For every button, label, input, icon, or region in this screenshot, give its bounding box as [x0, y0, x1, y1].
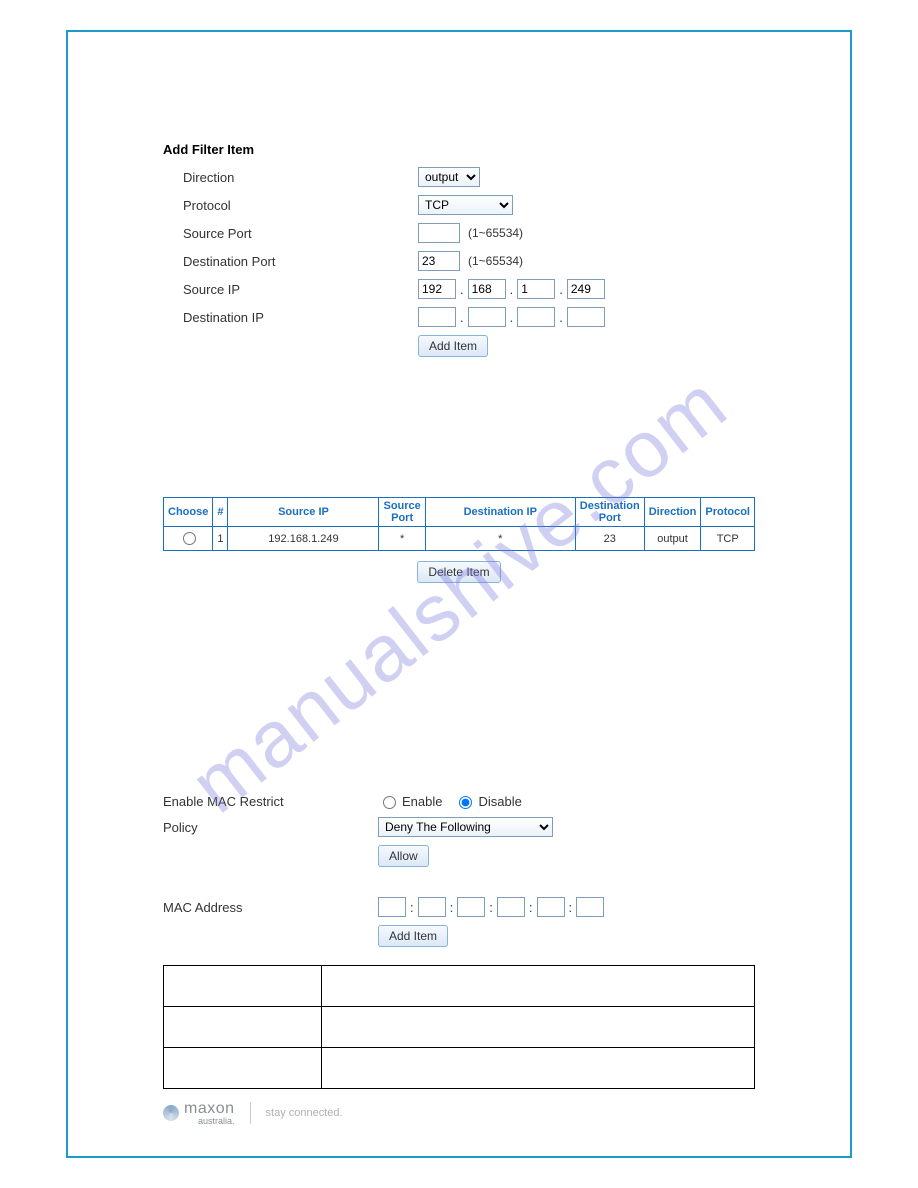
mac-1[interactable] — [378, 897, 406, 917]
policy-select[interactable]: Deny The Following — [378, 817, 553, 837]
source-ip-2[interactable] — [468, 279, 506, 299]
th-protocol: Protocol — [701, 498, 755, 527]
filter-table: Choose # Source IP Source Port Destinati… — [163, 497, 755, 551]
disable-radio-wrap[interactable]: Disable — [454, 793, 521, 809]
label-source-port: Source Port — [183, 226, 418, 241]
mac-add-item-button[interactable]: Add Item — [378, 925, 448, 947]
footer-tagline: stay connected. — [266, 1107, 343, 1119]
protocol-select[interactable]: TCP — [418, 195, 513, 215]
th-src-ip: Source IP — [228, 498, 379, 527]
empty-table — [163, 965, 755, 1089]
logo-swirl-icon — [163, 1105, 179, 1121]
th-direction: Direction — [644, 498, 701, 527]
source-port-input[interactable] — [418, 223, 460, 243]
brand-logo: maxon australia. — [163, 1100, 235, 1126]
dest-port-input[interactable] — [418, 251, 460, 271]
dest-ip-2[interactable] — [468, 307, 506, 327]
mac-3[interactable] — [457, 897, 485, 917]
brand-sub: australia. — [184, 1116, 235, 1126]
direction-select[interactable]: output — [418, 167, 480, 187]
filter-section-title: Add Filter Item — [163, 142, 755, 157]
source-ip-3[interactable] — [517, 279, 555, 299]
th-dst-ip: Destination IP — [425, 498, 575, 527]
disable-radio[interactable] — [459, 796, 472, 809]
mac-4[interactable] — [497, 897, 525, 917]
dest-ip-4[interactable] — [567, 307, 605, 327]
enable-radio-label: Enable — [402, 794, 442, 809]
th-choose: Choose — [164, 498, 213, 527]
mac-6[interactable] — [576, 897, 604, 917]
label-direction: Direction — [183, 170, 418, 185]
source-port-hint: (1~65534) — [468, 226, 523, 240]
source-ip-1[interactable] — [418, 279, 456, 299]
add-item-button[interactable]: Add Item — [418, 335, 488, 357]
label-policy: Policy — [163, 820, 378, 835]
dest-ip-3[interactable] — [517, 307, 555, 327]
mac-5[interactable] — [537, 897, 565, 917]
mac-2[interactable] — [418, 897, 446, 917]
footer: maxon australia. stay connected. — [163, 1100, 343, 1126]
label-protocol: Protocol — [183, 198, 418, 213]
table-row: 1 192.168.1.249 * * 23 output TCP — [164, 527, 755, 551]
delete-item-button[interactable]: Delete Item — [417, 561, 500, 583]
label-dest-port: Destination Port — [183, 254, 418, 269]
th-dst-port: Destination Port — [575, 498, 644, 527]
label-enable-mac: Enable MAC Restrict — [163, 794, 378, 809]
enable-radio[interactable] — [383, 796, 396, 809]
watermark: manualshive.com — [174, 357, 745, 831]
row-choose-radio[interactable] — [183, 532, 196, 545]
dest-port-hint: (1~65534) — [468, 254, 523, 268]
th-num: # — [213, 498, 228, 527]
source-ip-4[interactable] — [567, 279, 605, 299]
th-src-port: Source Port — [379, 498, 425, 527]
disable-radio-label: Disable — [478, 794, 521, 809]
label-mac-address: MAC Address — [163, 900, 378, 915]
enable-radio-wrap[interactable]: Enable — [378, 793, 442, 809]
label-source-ip: Source IP — [183, 282, 418, 297]
footer-divider — [250, 1102, 251, 1124]
label-dest-ip: Destination IP — [183, 310, 418, 325]
allow-button[interactable]: Allow — [378, 845, 429, 867]
dest-ip-1[interactable] — [418, 307, 456, 327]
brand-name: maxon — [184, 1100, 235, 1117]
